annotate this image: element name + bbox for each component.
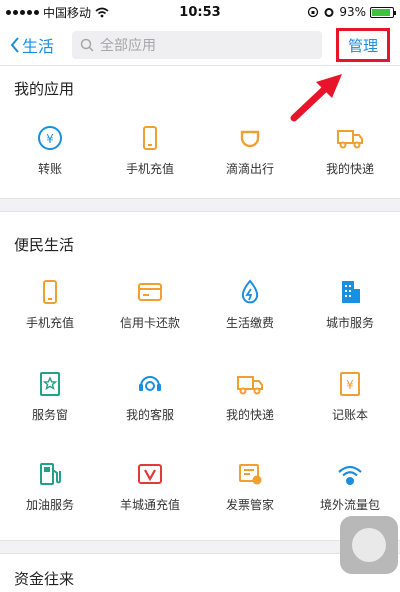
truck-icon	[337, 130, 363, 149]
manage-label: 管理	[347, 36, 378, 55]
chevron-left-icon	[10, 36, 19, 53]
nav-bar: 生活 全部应用 管理	[0, 24, 400, 66]
headset-icon	[139, 376, 161, 391]
rotation-lock-icon	[308, 6, 319, 18]
phone-icon	[43, 280, 57, 304]
carrier-label: 中国移动	[43, 5, 92, 20]
transfer-icon: ¥	[38, 126, 62, 150]
back-label: 生活	[22, 36, 55, 56]
svg-text:¥: ¥	[346, 378, 354, 392]
app-invoice[interactable]: 发票管家	[200, 460, 300, 513]
annotation-arrow	[290, 74, 342, 122]
wifi-globe-icon	[338, 465, 362, 485]
alarm-icon	[324, 8, 334, 17]
didi-icon	[240, 130, 260, 148]
search-placeholder: 全部应用	[100, 37, 156, 54]
app-express-2[interactable]: 我的快递	[200, 370, 300, 423]
credit-card-icon	[138, 283, 162, 301]
section-title-funds: 资金往来	[14, 570, 75, 588]
app-phone-recharge[interactable]: 手机充值	[100, 124, 200, 177]
app-city-services[interactable]: 城市服务	[300, 278, 400, 331]
yct-card-icon	[138, 464, 162, 484]
section-title-convenience: 便民生活	[14, 236, 75, 254]
app-fuel[interactable]: 加油服务	[0, 460, 100, 513]
svg-text:¥: ¥	[46, 132, 54, 146]
truck-icon	[237, 376, 263, 395]
fuel-icon	[40, 463, 61, 485]
app-customer-service[interactable]: 我的客服	[100, 370, 200, 423]
signal-icon	[6, 9, 39, 15]
manage-button[interactable]: 管理	[336, 28, 390, 62]
service-window-icon	[40, 372, 60, 396]
battery-percent: 93%	[339, 5, 366, 19]
app-express[interactable]: 我的快递	[300, 124, 400, 177]
wifi-icon	[95, 7, 109, 17]
phone-icon	[143, 126, 157, 150]
app-credit-card[interactable]: 信用卡还款	[100, 278, 200, 331]
search-icon	[80, 38, 94, 52]
back-button[interactable]: 生活	[0, 33, 72, 57]
invoice-icon	[239, 464, 262, 485]
app-ledger[interactable]: ¥ 记账本	[300, 370, 400, 423]
app-utility-bills[interactable]: 生活缴费	[200, 278, 300, 331]
app-transfer[interactable]: ¥ 转账	[0, 124, 100, 177]
app-didi[interactable]: 滴滴出行	[200, 124, 300, 177]
app-roaming-data[interactable]: 境外流量包	[300, 460, 400, 513]
search-input[interactable]: 全部应用	[72, 30, 322, 59]
app-yct-recharge[interactable]: 羊城通充值	[100, 460, 200, 513]
section-title-my-apps: 我的应用	[14, 80, 75, 98]
battery-icon	[370, 6, 396, 18]
app-phone-recharge-2[interactable]: 手机充值	[0, 278, 100, 331]
app-service-window[interactable]: 服务窗	[0, 370, 100, 423]
assistive-touch-button[interactable]	[340, 516, 398, 574]
section-divider	[0, 198, 400, 212]
ledger-icon: ¥	[340, 372, 360, 396]
water-drop-icon	[241, 279, 259, 304]
clock: 10:53	[179, 4, 221, 20]
building-icon	[342, 281, 360, 303]
status-bar: 中国移动 10:53 93%	[0, 0, 400, 24]
